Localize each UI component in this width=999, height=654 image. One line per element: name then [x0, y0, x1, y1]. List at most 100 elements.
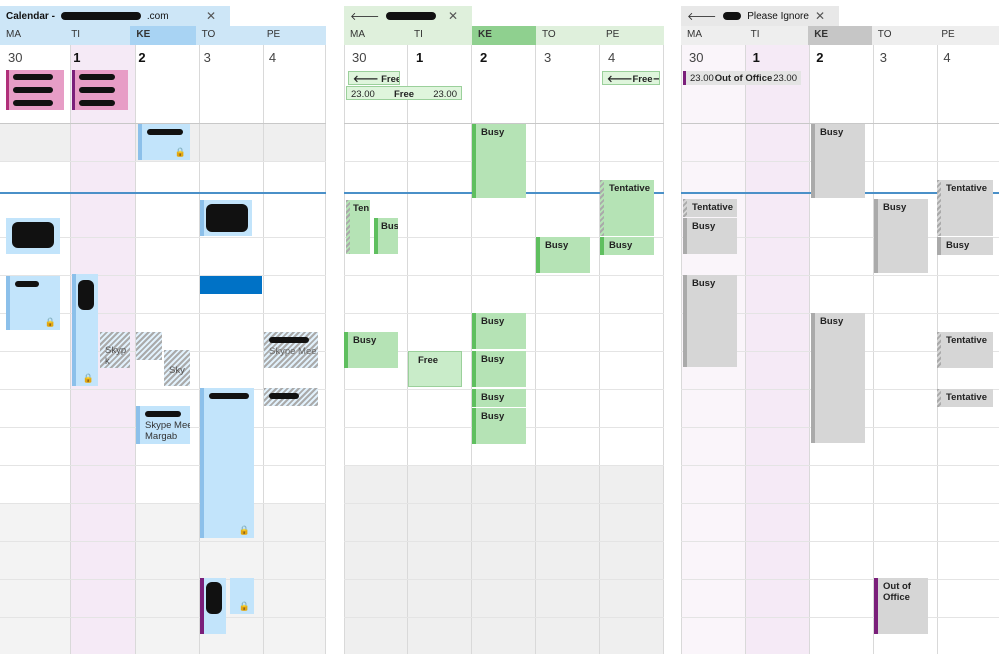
close-icon[interactable]: ✕: [815, 9, 825, 23]
event-label: Skype Mee: [145, 420, 190, 431]
back-arrow-icon[interactable]: 🡐: [350, 9, 380, 23]
calendar-event-busy[interactable]: Busy: [472, 389, 526, 407]
event-label: Skype Mee: [269, 346, 317, 357]
date-row: 30 1 2 3 4: [681, 45, 999, 65]
grid-line: [344, 617, 664, 618]
calendar-event-busy[interactable]: Busy: [937, 237, 993, 255]
allday-event[interactable]: [6, 83, 64, 97]
grid-shade: [344, 465, 664, 654]
calendar-event-ooo[interactable]: Out of Office: [874, 578, 928, 634]
date-label: 30: [352, 50, 367, 65]
event-label: Tentative: [692, 202, 734, 213]
allday-event[interactable]: [72, 96, 128, 110]
event-label: Out of: [883, 581, 911, 592]
calendar-event-tentative[interactable]: Tentative: [937, 332, 993, 368]
day-label: TO: [201, 29, 216, 40]
grid-shade: [745, 45, 809, 654]
event-label: Busy: [481, 127, 505, 138]
left-arrow-icon: 🡐: [353, 74, 382, 85]
day-label: TO: [877, 29, 892, 40]
calendar-event-tentative[interactable]: [264, 388, 318, 406]
calendar-event-busy[interactable]: Busy: [344, 332, 398, 368]
calendar-event-busy[interactable]: Busy: [472, 124, 526, 198]
grid-line: [0, 617, 326, 618]
grid-line: [344, 275, 664, 276]
allday-event[interactable]: [72, 83, 128, 97]
calendar-event-tentative[interactable]: Skype Mee: [264, 332, 318, 368]
calendar-event[interactable]: 🔒: [6, 276, 60, 330]
date-row: 30 1 2 3 4: [0, 45, 326, 65]
grid-line: [344, 541, 664, 542]
back-arrow-icon[interactable]: 🡐: [687, 9, 717, 23]
close-icon[interactable]: ✕: [448, 9, 458, 23]
event-bar: [937, 237, 941, 255]
allday-event[interactable]: [6, 70, 64, 84]
calendar-tab-please-ignore[interactable]: 🡐 Please Ignore ✕: [681, 6, 839, 26]
calendar-event-tentative[interactable]: Ten: [346, 200, 370, 254]
calendar-event-free[interactable]: Free: [408, 351, 462, 387]
event-bar: [937, 332, 941, 368]
event-bar: [874, 578, 878, 634]
lock-icon: 🔒: [238, 601, 250, 611]
event-label: Sky: [169, 365, 185, 376]
close-icon[interactable]: ✕: [206, 9, 216, 23]
calendar-event-busy[interactable]: Busy: [536, 237, 590, 273]
calendar-event-busy[interactable]: Busy: [683, 275, 737, 367]
event-label: Free: [632, 74, 653, 85]
allday-event-free[interactable]: 🡐 Free: [348, 71, 400, 85]
calendar-event-busy[interactable]: Bus: [374, 218, 398, 254]
event-bar: [472, 408, 476, 444]
day-label: PE: [266, 29, 281, 40]
calendar-event-tentative[interactable]: Sky: [164, 350, 190, 386]
calendar-event[interactable]: Skype Mee Margab: [136, 406, 190, 444]
calendar-event-blue[interactable]: [200, 276, 262, 294]
calendar-event-tentative[interactable]: Tentative: [937, 389, 993, 407]
day-header-row: MA TI KE TO PE: [344, 26, 664, 45]
event-time: 23.00: [690, 73, 714, 84]
day-label: MA: [687, 29, 702, 40]
allday-event-free[interactable]: 23.00 Free 23.00: [346, 86, 462, 100]
calendar-event-busy[interactable]: Busy: [472, 351, 526, 387]
event-bar: [811, 313, 815, 443]
calendar-event-busy[interactable]: Busy: [811, 313, 865, 443]
grid-line: [0, 465, 326, 466]
calendar-event-tentative[interactable]: Tentative: [600, 180, 654, 236]
calendar-event-busy[interactable]: Busy: [683, 218, 737, 254]
tab-title-suffix: .com: [146, 10, 169, 22]
calendar-event-tentative[interactable]: Tentative: [937, 180, 993, 236]
calendar-event-tentative[interactable]: Skyp k: [100, 332, 130, 368]
allday-event[interactable]: [72, 70, 128, 84]
grid-line: [0, 503, 326, 504]
calendar-event[interactable]: 🔒: [138, 124, 190, 160]
allday-event-free[interactable]: 🡐Free🡒: [602, 71, 660, 85]
day-label: TI: [414, 29, 423, 40]
event-label: Busy: [946, 240, 970, 251]
calendar-event-busy[interactable]: Busy: [600, 237, 654, 255]
calendar-pane-mine: Calendar - .com ✕ MA TI KE TO PE 30 1 2 …: [0, 0, 326, 654]
calendar-event-busy[interactable]: Busy: [874, 199, 928, 273]
redacted-text: [15, 281, 39, 288]
calendar-event-busy[interactable]: Busy: [472, 408, 526, 444]
calendar-event[interactable]: 🔒: [200, 388, 254, 538]
event-time: 23.00: [773, 73, 797, 84]
redacted-email: [60, 12, 141, 20]
event-bar: [346, 200, 350, 254]
event-bar: [811, 124, 815, 198]
calendar-tab-mine[interactable]: Calendar - .com ✕: [0, 6, 230, 26]
calendar-event-tentative[interactable]: Tentative: [683, 199, 737, 217]
calendar-event-tentative[interactable]: [136, 332, 162, 360]
grid-line: [344, 465, 664, 466]
event-bar: [600, 237, 604, 255]
day-label: PE: [606, 29, 620, 40]
redacted-name: [385, 12, 436, 20]
allday-event[interactable]: [6, 96, 64, 110]
date-label: 30: [689, 50, 704, 65]
calendar-event-busy[interactable]: Busy: [811, 124, 865, 198]
grid-column: [407, 45, 408, 654]
event-label: Office: [883, 592, 910, 603]
calendar-event[interactable]: 🔒: [230, 578, 254, 614]
allday-event-ooo[interactable]: 23.00 Out of Office 23.00: [683, 71, 801, 85]
calendar-tab-colleague[interactable]: 🡐 ✕: [344, 6, 472, 26]
event-bar: [374, 218, 378, 254]
calendar-event-busy[interactable]: Busy: [472, 313, 526, 349]
